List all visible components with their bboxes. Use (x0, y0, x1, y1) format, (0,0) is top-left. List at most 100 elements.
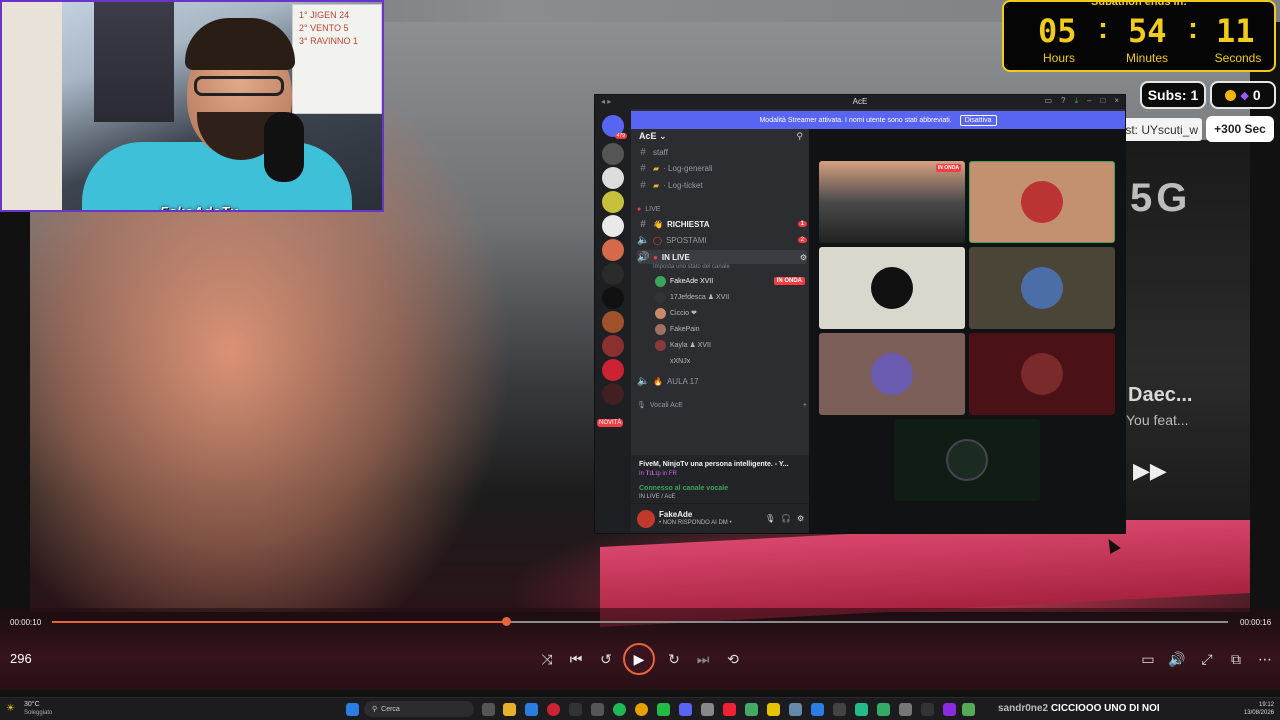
app-icon[interactable] (789, 703, 802, 716)
voice-connected-label[interactable]: Connesso al canale vocale (639, 485, 804, 492)
participant-tile[interactable] (969, 247, 1115, 329)
channel-log-generali[interactable]: # ▰ · Log-generali (637, 161, 807, 175)
server-icon[interactable] (602, 263, 624, 285)
channel-richiesta[interactable]: # 👋 RICHIESTA 1 (637, 217, 807, 231)
vscode-icon[interactable] (811, 703, 824, 716)
voice-channel-in-live[interactable]: 🔊 ● IN LIVE ⚙ (637, 250, 807, 264)
channel-log-ticket[interactable]: # ▰ · Log-ticket (637, 178, 807, 192)
app-icon[interactable] (657, 703, 670, 716)
channel-settings-icon[interactable]: ⚙ (800, 253, 807, 262)
category-vocali[interactable]: 🎙 Vocali AcE + (637, 399, 807, 411)
user-name: Ciccio ❤ (670, 310, 697, 317)
app-icon[interactable] (899, 703, 912, 716)
channel-spostami[interactable]: 🔈 ◯ SPOSTAMI 2 (637, 233, 807, 247)
app-icon[interactable] (767, 703, 780, 716)
self-username[interactable]: FakeAde (659, 510, 692, 519)
app-icon[interactable] (962, 703, 975, 716)
add-member-icon[interactable]: ⚲ (796, 131, 803, 142)
voice-user[interactable]: 17Jefdesca ♟ XVII (655, 290, 805, 304)
maximize-icon[interactable]: □ (1100, 96, 1105, 106)
server-icon[interactable] (602, 335, 624, 357)
app-icon[interactable] (723, 703, 736, 716)
file-explorer-icon[interactable] (503, 703, 516, 716)
fullscreen-icon[interactable]: ⤢ (1196, 651, 1218, 668)
microphone-icon[interactable]: 🎙 (765, 514, 775, 523)
minimize-icon[interactable]: – (1087, 96, 1091, 106)
stream-tile[interactable]: IN ONDA (819, 161, 965, 243)
server-icon[interactable] (602, 191, 624, 213)
app-icon[interactable] (921, 703, 934, 716)
system-clock[interactable]: 19:12 13/08/2026 (1244, 701, 1274, 717)
settings-icon[interactable]: ⚙ (797, 514, 804, 523)
participant-tile[interactable] (819, 333, 965, 415)
spotify-icon[interactable] (613, 703, 626, 716)
app-icon[interactable] (855, 703, 868, 716)
server-name-header[interactable]: AcE ⌄ (639, 131, 667, 142)
server-icon[interactable] (602, 359, 624, 381)
settings-icon[interactable] (701, 703, 714, 716)
voice-user[interactable]: Ciccio ❤ (655, 306, 805, 320)
server-icon[interactable] (602, 215, 624, 237)
channel-status[interactable]: Imposta uno stato del canale (653, 264, 730, 270)
forward-30-icon[interactable]: ↻ (663, 651, 685, 668)
video-screen-title: Daec... (1128, 384, 1193, 406)
seek-handle[interactable] (501, 617, 511, 626)
play-button[interactable]: ▶ (623, 643, 655, 675)
next-icon[interactable]: ⏭ (692, 651, 714, 668)
discord-titlebar[interactable]: ◂ ▸ AcE ▭ ? ⤓ – □ × (595, 95, 1125, 109)
lock-server-icon[interactable] (602, 287, 624, 309)
participant-tile[interactable] (969, 333, 1115, 415)
windows-start-icon[interactable] (346, 703, 359, 716)
app-icon[interactable] (877, 703, 890, 716)
taskbar-search[interactable]: ⚲ Cerca (364, 701, 474, 717)
miniplayer-icon[interactable]: ▭ (1137, 651, 1159, 668)
app-icon[interactable] (943, 703, 956, 716)
participant-tile[interactable] (969, 161, 1115, 243)
add-channel-icon[interactable]: + (803, 402, 807, 409)
dm-button[interactable]: 479 (602, 115, 627, 139)
download-icon[interactable]: ⤓ (1074, 96, 1078, 106)
repeat-off-icon[interactable]: ⟲ (722, 651, 744, 668)
server-icon[interactable] (602, 239, 624, 261)
app-icon[interactable] (591, 703, 604, 716)
voice-connected-channel[interactable]: IN LIVE / AcE (639, 494, 804, 500)
channel-staff[interactable]: # staff (637, 145, 807, 159)
server-icon[interactable] (602, 143, 624, 165)
edge-icon[interactable] (525, 703, 538, 716)
discord-icon[interactable] (679, 703, 692, 716)
shuffle-icon[interactable]: ⤨ (536, 651, 558, 668)
server-icon[interactable] (602, 311, 624, 333)
inbox-icon[interactable]: ▭ (1044, 96, 1052, 106)
server-icon[interactable] (602, 167, 624, 189)
voice-user[interactable]: FakePain (655, 322, 805, 336)
close-icon[interactable]: × (1114, 96, 1119, 106)
avatar[interactable] (637, 510, 655, 528)
help-icon[interactable]: ? (1061, 96, 1065, 106)
activity-title[interactable]: FiveM, NinjoTv una persona intelligente.… (639, 461, 804, 468)
voice-user[interactable]: FakeAde XVII IN ONDA (655, 274, 805, 288)
voice-user[interactable]: Kayla ♟ XVII (655, 338, 805, 352)
disable-streamer-button[interactable]: Disattiva (959, 114, 997, 126)
category-live[interactable]: ● LIVE (637, 203, 807, 215)
chrome-icon[interactable] (635, 703, 648, 716)
server-icon[interactable] (602, 383, 624, 405)
app-icon[interactable] (833, 703, 846, 716)
task-view-icon[interactable] (482, 703, 495, 716)
discord-window[interactable]: ◂ ▸ AcE ▭ ? ⤓ – □ × 479 NOVITÀ Modalità … (594, 94, 1126, 534)
headphones-icon[interactable]: 🎧 (781, 514, 791, 523)
app-icon[interactable] (745, 703, 758, 716)
previous-icon[interactable]: ⏮ (565, 651, 587, 668)
seek-bar[interactable] (52, 617, 1228, 626)
volume-icon[interactable]: 🔊 (1166, 651, 1188, 668)
channel-aula-17[interactable]: 🔈 🔥 AULA 17 (637, 374, 807, 388)
weather-icon[interactable]: ☀ (6, 703, 15, 714)
cast-icon[interactable]: ⧉ (1225, 651, 1247, 668)
participant-tile[interactable] (819, 247, 965, 329)
more-options-icon[interactable]: ⋯ (1254, 651, 1276, 668)
participant-tile[interactable] (894, 419, 1040, 501)
app-icon[interactable] (569, 703, 582, 716)
voice-user[interactable]: xXNJx (655, 354, 805, 368)
rewind-10-icon[interactable]: ↺ (595, 651, 617, 668)
weather-temp[interactable]: 30°C (24, 701, 40, 708)
app-icon[interactable] (547, 703, 560, 716)
